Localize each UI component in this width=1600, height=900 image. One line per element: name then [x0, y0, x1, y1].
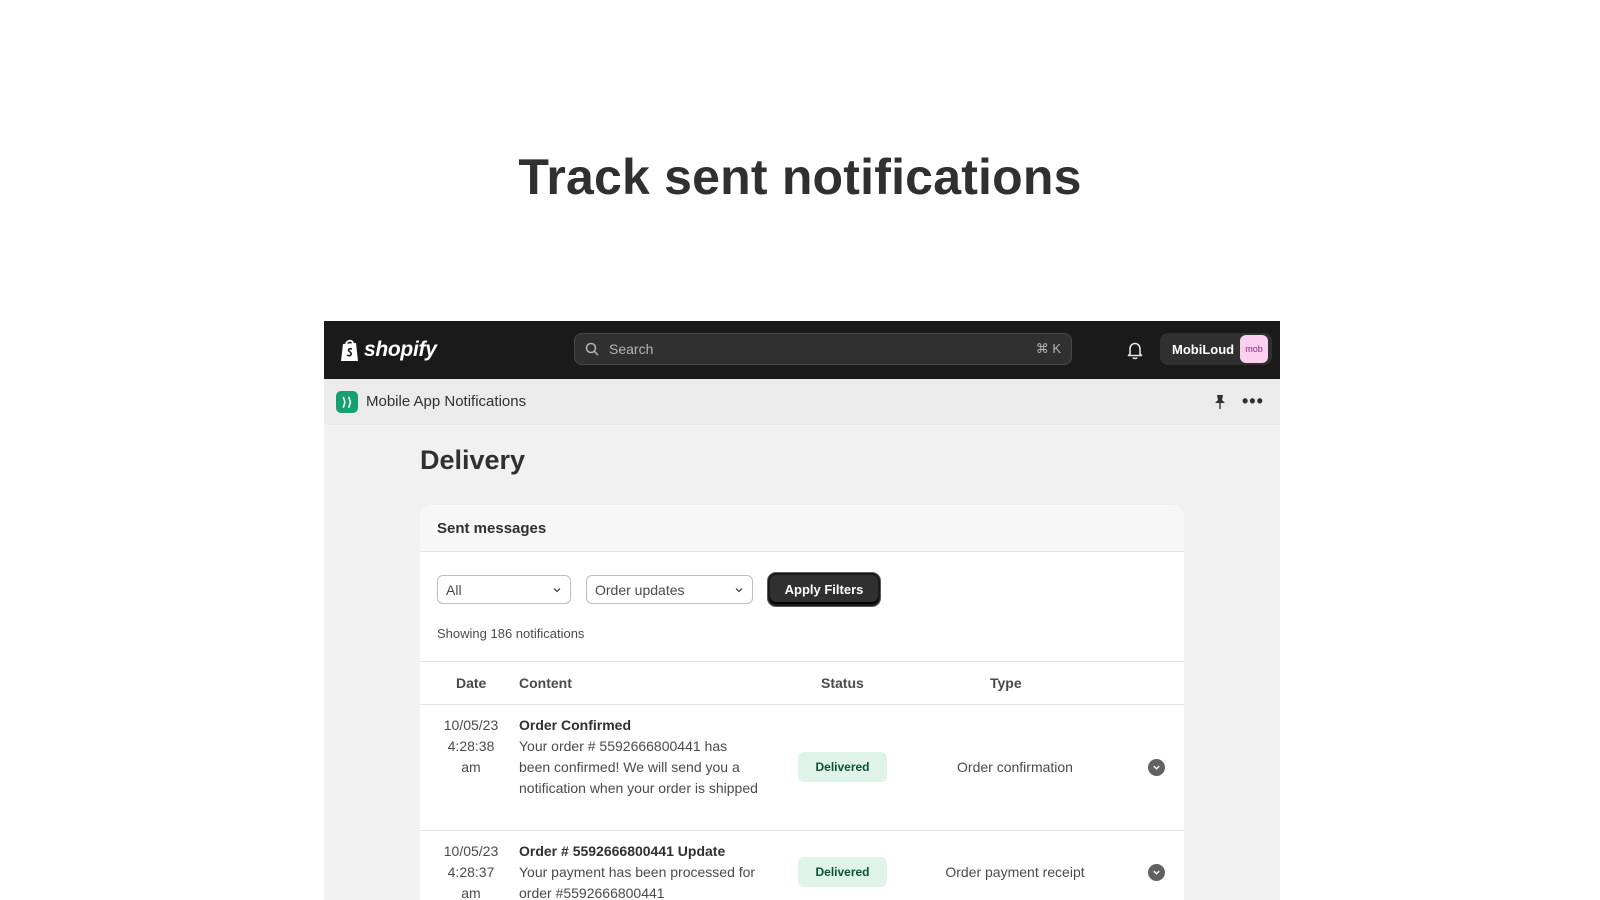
chevron-down-icon: [553, 587, 561, 592]
notification-count: Showing 186 notifications: [437, 626, 585, 641]
row-content: Order Confirmed Your order # 55926668004…: [519, 715, 759, 799]
status-badge: Delivered: [798, 857, 887, 887]
shopify-bag-icon: [341, 339, 358, 361]
column-header-status[interactable]: Status: [821, 675, 864, 691]
pin-icon[interactable]: [1212, 394, 1228, 410]
status-filter-value: All: [446, 581, 462, 598]
column-header-date[interactable]: Date: [456, 675, 486, 691]
expand-row-icon[interactable]: [1148, 864, 1165, 881]
row-date-ampm: am: [461, 885, 481, 900]
row-body: Your payment has been processed for orde…: [519, 864, 756, 900]
app-window: shopify ⌘ K MobiLoud mob ⟩⟩ Mobile App N…: [324, 321, 1280, 900]
row-title: Order Confirmed: [519, 717, 632, 733]
chevron-down-icon: [735, 587, 743, 592]
page-title: Delivery: [420, 445, 526, 475]
app-name: Mobile App Notifications: [366, 393, 527, 410]
table-row[interactable]: 10/05/23 4:28:38 am Order Confirmed Your…: [420, 705, 1184, 831]
notifications-table: Date Content Status Type 10/05/23 4:28:3…: [420, 661, 1184, 900]
row-date: 10/05/23 4:28:38 am: [440, 715, 502, 778]
row-date-time: 4:28:38: [447, 738, 495, 754]
row-date-day: 10/05/23: [443, 843, 499, 859]
expand-row-icon[interactable]: [1148, 759, 1165, 776]
type-filter-value: Order updates: [595, 581, 685, 598]
row-date: 10/05/23 4:28:37 am: [440, 841, 502, 900]
row-body: Your order # 5592666800441 has been conf…: [519, 738, 758, 796]
table-header: Date Content Status Type: [420, 662, 1184, 705]
top-bar: shopify ⌘ K MobiLoud mob: [324, 321, 1280, 379]
column-header-type[interactable]: Type: [990, 675, 1022, 691]
account-name: MobiLoud: [1172, 341, 1235, 357]
card-header: Sent messages: [420, 505, 1184, 552]
row-date-time: 4:28:37: [447, 864, 495, 880]
account-menu-button[interactable]: MobiLoud mob: [1160, 333, 1272, 365]
bell-icon[interactable]: [1124, 339, 1146, 361]
row-type: Order confirmation: [957, 759, 1073, 775]
row-type: Order payment receipt: [945, 864, 1085, 880]
search-icon: [585, 342, 599, 356]
avatar: mob: [1240, 335, 1268, 363]
row-title: Order # 5592666800441 Update: [519, 843, 726, 859]
row-date-ampm: am: [461, 759, 481, 775]
type-filter-select[interactable]: Order updates: [586, 575, 753, 604]
search-input[interactable]: [607, 340, 1028, 358]
hero-title: Track sent notifications: [518, 149, 1082, 205]
app-icon: ⟩⟩: [336, 391, 358, 413]
table-row[interactable]: 10/05/23 4:28:37 am Order # 559266680044…: [420, 831, 1184, 900]
apply-filters-button[interactable]: Apply Filters: [768, 573, 880, 606]
status-filter-select[interactable]: All: [437, 575, 571, 604]
filter-row: All Order updates Apply Filters: [437, 573, 880, 606]
more-options-icon[interactable]: •••: [1242, 391, 1264, 412]
row-date-day: 10/05/23: [443, 717, 499, 733]
shopify-logo[interactable]: shopify: [340, 337, 437, 363]
search-shortcut-hint: ⌘ K: [1035, 341, 1061, 356]
status-badge: Delivered: [798, 752, 887, 782]
search-bar[interactable]: ⌘ K: [574, 333, 1072, 365]
shopify-wordmark: shopify: [364, 338, 437, 361]
row-content: Order # 5592666800441 Update Your paymen…: [519, 841, 759, 900]
column-header-content[interactable]: Content: [519, 675, 572, 691]
app-title-bar: ⟩⟩ Mobile App Notifications •••: [324, 379, 1280, 425]
sent-messages-card: Sent messages All Order updates Apply Fi…: [420, 505, 1184, 900]
